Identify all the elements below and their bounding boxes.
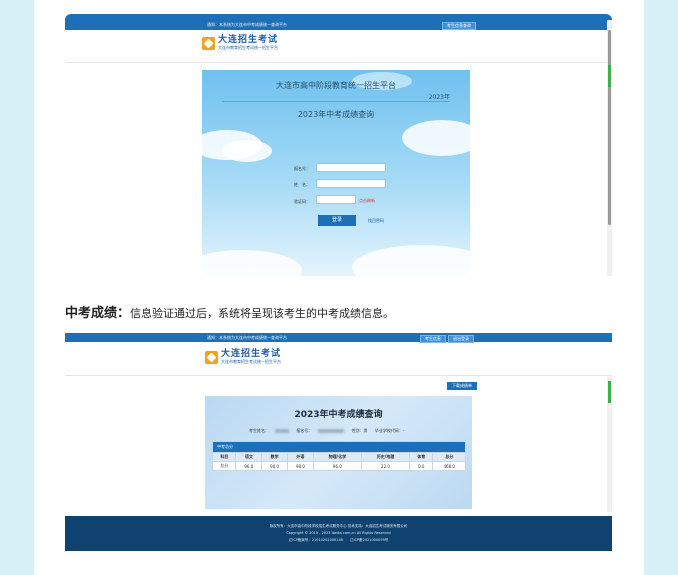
- captcha-input[interactable]: [316, 195, 356, 204]
- scroll-indicator: [608, 381, 611, 403]
- redacted-exam-no: [318, 429, 345, 433]
- student-info: 考生姓名： 报名号： 性别：男 毕业学校代码：-: [249, 428, 410, 434]
- exam-no-input[interactable]: [316, 163, 386, 172]
- site-logo: 大连招生考试 大连市教育招生考试统一招生平台: [202, 36, 278, 51]
- divider: [65, 375, 612, 376]
- download-transcript-button[interactable]: 下载成绩单: [447, 382, 477, 390]
- forgot-password-link[interactable]: 找回密码: [368, 218, 384, 224]
- logo-subtitle: 大连市教育招生考试统一招生平台: [218, 45, 278, 50]
- table-header: 科目: [211, 452, 237, 462]
- captcha-refresh[interactable]: 点击刷新: [359, 198, 375, 204]
- logo-title: 大连招生考试: [221, 349, 282, 359]
- table-header: 外语: [287, 452, 314, 462]
- platform-year: 2023年: [428, 94, 450, 101]
- name-input[interactable]: [316, 179, 386, 188]
- exam-no-label: 报名号：: [294, 166, 310, 171]
- footer-line: 辽ICP备案号：21010202000148 辽ICP备2021000059号: [288, 538, 389, 542]
- table-cell: 96.0: [312, 461, 362, 471]
- table-header: 物理/化学: [312, 452, 362, 462]
- logo-title: 大连招生考试: [218, 35, 279, 45]
- table-cell: 96.0: [235, 461, 263, 471]
- table-header: 数学: [261, 452, 289, 462]
- section-caption: 中考成绩：信息验证通过后，系统将呈现该考生的中考成绩信息。: [65, 302, 394, 321]
- name-label: 考生姓名：: [249, 428, 269, 433]
- scroll-indicator: [608, 65, 611, 87]
- notice-text: 通知：本系统为大连市中考成绩统一查询平台: [207, 335, 287, 340]
- name-label: 姓 名：: [294, 182, 310, 187]
- login-screenshot: 通知：本系统为大连市中考成绩统一查询平台 考生信息查询 大连招生考试 大连市教育…: [65, 14, 612, 276]
- logo-icon: [202, 37, 215, 50]
- divider: [65, 62, 612, 63]
- caption-text: 信息验证通过后，系统将呈现该考生的中考成绩信息。: [130, 307, 395, 320]
- school-code-text: 毕业学校代码：-: [374, 428, 405, 433]
- student-info-button[interactable]: 考生信息: [420, 335, 446, 343]
- table-row: 总分 96.0 90.0 98.0 96.0 22.0 0.0 468.0: [211, 461, 466, 471]
- notice-text: 通知：本系统为大连市中考成绩统一查询平台: [207, 22, 287, 27]
- title-underline: [222, 101, 450, 102]
- login-button[interactable]: 登录: [318, 215, 356, 226]
- scrollbar[interactable]: [607, 20, 612, 276]
- top-bar: 通知：本系统为大连市中考成绩统一查询平台 考生信息查询: [65, 20, 612, 30]
- logo-icon: [205, 351, 218, 364]
- score-table: 中考总分 科目 语文 数学 外语 物理/化学 历史/地理 体育 总分 总分 96…: [211, 441, 466, 471]
- site-logo: 大连招生考试 大连市教育招生考试统一招生平台: [205, 350, 281, 365]
- table-header: 体育: [409, 452, 434, 462]
- result-title: 2023年中考成绩查询: [294, 410, 383, 420]
- table-cell: 总分: [211, 461, 237, 471]
- captcha-label: 验证码：: [294, 199, 310, 204]
- table-header-row: 科目 语文 数学 外语 物理/化学 历史/地理 体育 总分: [211, 452, 466, 462]
- table-header: 总分: [432, 452, 466, 462]
- table-cell: 0.0: [409, 461, 434, 471]
- scrollbar[interactable]: [607, 377, 612, 512]
- logo-subtitle: 大连市教育招生考试统一招生平台: [221, 359, 281, 364]
- table-cell: 22.0: [360, 461, 411, 471]
- table-cell: 90.0: [261, 461, 289, 471]
- table-header: 语文: [235, 452, 263, 462]
- top-bar: 通知：本系统为大连市中考成绩统一查询平台 考生信息 退出登录: [65, 333, 612, 343]
- footer-line: Copyright © 2015 - 2023 lbeiks.com.cn Al…: [286, 531, 391, 535]
- platform-title: 大连市高中阶段教育统一招生平台: [276, 81, 396, 90]
- table-header: 历史/地理: [360, 452, 411, 462]
- footer-line: 版权所有：大连市高中阶段学校招生考试服务中心 技术支持：大连招生考试服务有限公司: [269, 524, 408, 528]
- exam-no-label: 报名号：: [296, 428, 313, 433]
- student-query-button[interactable]: 考生信息查询: [442, 22, 476, 30]
- caption-heading: 中考成绩：: [65, 306, 131, 321]
- redacted-name: [275, 429, 289, 433]
- table-caption: 中考总分: [212, 441, 466, 453]
- table-cell: 468.0: [432, 461, 466, 471]
- table-cell: 98.0: [287, 461, 314, 471]
- scrollbar-thumb[interactable]: [608, 30, 611, 225]
- result-screenshot: 通知：本系统为大连市中考成绩统一查询平台 考生信息 退出登录 大连招生考试 大连…: [65, 333, 612, 551]
- result-panel: 2023年中考成绩查询 考生姓名： 报名号： 性别：男 毕业学校代码：- 中考总…: [205, 396, 472, 509]
- page-footer: 版权所有：大连市高中阶段学校招生考试服务中心 技术支持：大连招生考试服务有限公司…: [65, 516, 612, 551]
- login-panel: 大连市高中阶段教育统一招生平台 2023年 2023年中考成绩查询 报名号： 姓…: [182, 70, 492, 276]
- gender-text: 性别：男: [351, 428, 368, 433]
- query-title: 2023年中考成绩查询: [297, 110, 375, 119]
- logout-button[interactable]: 退出登录: [448, 335, 474, 343]
